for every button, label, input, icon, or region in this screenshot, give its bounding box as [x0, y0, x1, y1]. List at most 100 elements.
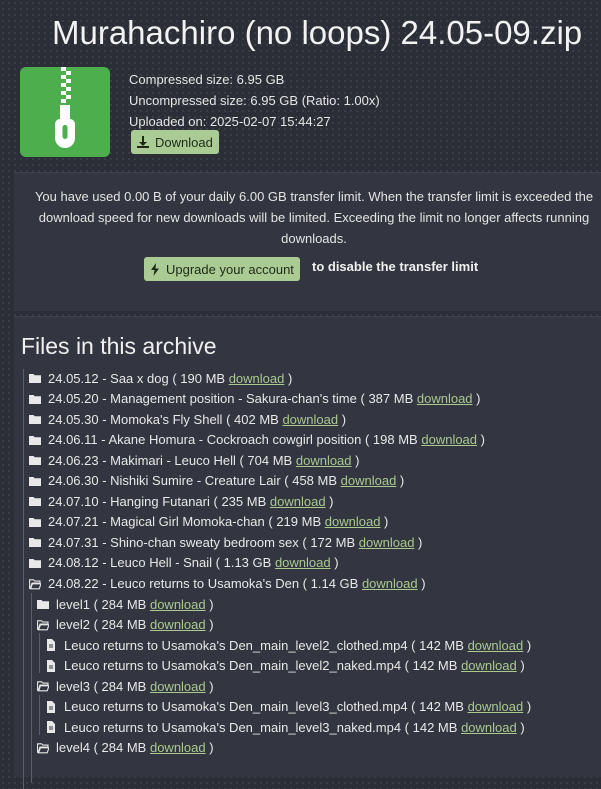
item-name: Leuco returns to Usamoka's Den_main_leve…	[64, 719, 402, 735]
files-panel: Files in this archive 24.05.12 - Saa x d…	[14, 316, 601, 789]
upload-date: Uploaded on: 2025-02-07 15:44:27	[129, 114, 331, 129]
folder-row[interactable]: 24.07.21 - Magical Girl Momoka-chan ( 21…	[29, 512, 388, 532]
item-size: 142 MB	[419, 699, 464, 715]
item-size: 219 MB	[276, 514, 322, 530]
download-link[interactable]: download	[150, 679, 206, 694]
item-size: 142 MB	[419, 637, 464, 653]
folder-row[interactable]: level4 ( 284 MB download )	[37, 738, 214, 758]
download-link[interactable]: download	[150, 617, 206, 632]
folder-open-icon	[37, 619, 50, 631]
download-link[interactable]: download	[461, 720, 517, 735]
download-link[interactable]: download	[468, 638, 524, 653]
upgrade-tail-text: to disable the transfer limit	[312, 259, 479, 274]
uncompressed-size: Uncompressed size: 6.95 GB (Ratio: 1.00x…	[129, 93, 380, 108]
item-name: 24.08.12 - Leuco Hell - Snail	[48, 555, 213, 571]
download-link[interactable]: download	[461, 658, 517, 673]
download-link[interactable]: download	[341, 473, 397, 488]
item-size: 704 MB	[247, 452, 293, 468]
download-link[interactable]: download	[359, 535, 415, 550]
item-name: Leuco returns to Usamoka's Den_main_leve…	[64, 699, 408, 715]
item-name: 24.07.21 - Magical Girl Momoka-chan	[48, 514, 265, 530]
item-size: 284 MB	[101, 740, 147, 756]
item-name: level3	[56, 678, 90, 694]
folder-icon	[29, 536, 41, 548]
download-link[interactable]: download	[282, 412, 338, 427]
folder-icon	[37, 598, 49, 610]
file-row: Leuco returns to Usamoka's Den_main_leve…	[45, 717, 525, 737]
folder-icon	[29, 495, 41, 507]
folder-icon	[29, 516, 41, 528]
folder-icon	[29, 434, 41, 446]
folder-row[interactable]: 24.05.12 - Saa x dog ( 190 MB download )	[29, 368, 292, 388]
item-name: 24.07.31 - Shino-chan sweaty bedroom sex	[48, 534, 299, 550]
download-link[interactable]: download	[417, 391, 473, 406]
limit-text-line2: download speed for new downloads will be…	[38, 210, 590, 225]
folder-icon	[29, 393, 41, 405]
folder-row[interactable]: level1 ( 284 MB download )	[37, 594, 214, 614]
bolt-icon	[151, 262, 159, 276]
file-row: Leuco returns to Usamoka's Den_main_leve…	[45, 656, 525, 676]
folder-icon	[29, 557, 41, 569]
folder-row[interactable]: level2 ( 284 MB download )	[37, 615, 214, 635]
item-name: 24.05.30 - Momoka's Fly Shell	[48, 411, 223, 427]
upgrade-button-label: Upgrade your account	[166, 261, 294, 277]
download-link[interactable]: download	[421, 432, 477, 447]
item-size: 235 MB	[221, 493, 267, 509]
file-row: Leuco returns to Usamoka's Den_main_leve…	[45, 635, 531, 655]
item-name: level1	[56, 596, 90, 612]
folder-open-icon	[29, 578, 42, 590]
download-link[interactable]: download	[325, 514, 381, 529]
download-link[interactable]: download	[362, 576, 418, 591]
download-button-label: Download	[155, 134, 213, 150]
item-size: 190 MB	[180, 370, 226, 386]
item-size: 142 MB	[412, 658, 458, 674]
item-name: 24.08.22 - Leuco returns to Usamoka's De…	[48, 576, 300, 591]
limit-text-line1: You have used 0.00 B of your daily 6.00 …	[34, 189, 594, 204]
download-link[interactable]: download	[275, 555, 331, 570]
folder-row[interactable]: level3 ( 284 MB download )	[37, 676, 214, 696]
folder-row[interactable]: 24.08.12 - Leuco Hell - Snail ( 1.13 GB …	[29, 553, 339, 573]
item-size: 172 MB	[310, 534, 356, 550]
folder-row[interactable]: 24.05.20 - Management position - Sakura-…	[29, 389, 480, 409]
item-name: 24.05.20 - Management position - Sakura-…	[48, 391, 357, 407]
item-size: 402 MB	[234, 411, 279, 427]
item-size: 284 MB	[101, 596, 147, 612]
folder-icon	[29, 475, 41, 487]
folder-icon	[29, 372, 41, 384]
item-name: level4	[56, 740, 90, 756]
item-size: 387 MB	[368, 391, 414, 407]
page-title: Murahachiro (no loops) 24.05-09.zip	[52, 14, 583, 51]
limit-text-line3: downloads.	[281, 231, 347, 246]
download-link[interactable]: download	[150, 740, 206, 755]
item-name: 24.06.23 - Makimari - Leuco Hell	[48, 452, 236, 468]
download-icon	[137, 136, 149, 148]
folder-row[interactable]: 24.06.11 - Akane Homura - Cockroach cowg…	[29, 430, 485, 450]
download-link[interactable]: download	[468, 699, 524, 714]
tree-guide-line	[31, 593, 32, 783]
folder-row[interactable]: 24.06.30 - Nishiki Sumire - Creature Lai…	[29, 471, 404, 491]
folder-row[interactable]: 24.07.10 - Hanging Futanari ( 235 MB dow…	[29, 491, 334, 511]
tree-guide-line	[39, 695, 40, 735]
download-link[interactable]: download	[270, 494, 326, 509]
folder-row[interactable]: 24.05.30 - Momoka's Fly Shell ( 402 MB d…	[29, 409, 346, 429]
folder-open-icon	[37, 742, 50, 754]
folder-row[interactable]: 24.06.23 - Makimari - Leuco Hell ( 704 M…	[29, 450, 359, 470]
item-name: 24.05.12 - Saa x dog	[48, 370, 169, 386]
tree-guide-line	[39, 633, 40, 673]
download-link[interactable]: download	[150, 597, 206, 612]
item-size: 284 MB	[101, 678, 147, 694]
item-size: 1.13 GB	[223, 555, 272, 571]
upgrade-account-button[interactable]: Upgrade your account	[144, 257, 300, 281]
file-icon	[45, 721, 57, 734]
download-link[interactable]: download	[296, 453, 352, 468]
transfer-limit-panel: You have used 0.00 B of your daily 6.00 …	[14, 172, 601, 311]
folder-row[interactable]: 24.07.31 - Shino-chan sweaty bedroom sex…	[29, 532, 422, 552]
tree-guide-line	[23, 369, 24, 789]
download-button[interactable]: Download	[131, 130, 219, 154]
download-link[interactable]: download	[229, 371, 285, 386]
item-name: 24.06.11 - Akane Homura - Cockroach cowg…	[48, 432, 362, 448]
folder-row[interactable]: 24.08.22 - Leuco returns to Usamoka's De…	[29, 574, 426, 594]
item-size: 458 MB	[292, 473, 338, 489]
files-heading: Files in this archive	[21, 333, 217, 359]
item-name: 24.06.30 - Nishiki Sumire - Creature Lai…	[48, 473, 281, 489]
